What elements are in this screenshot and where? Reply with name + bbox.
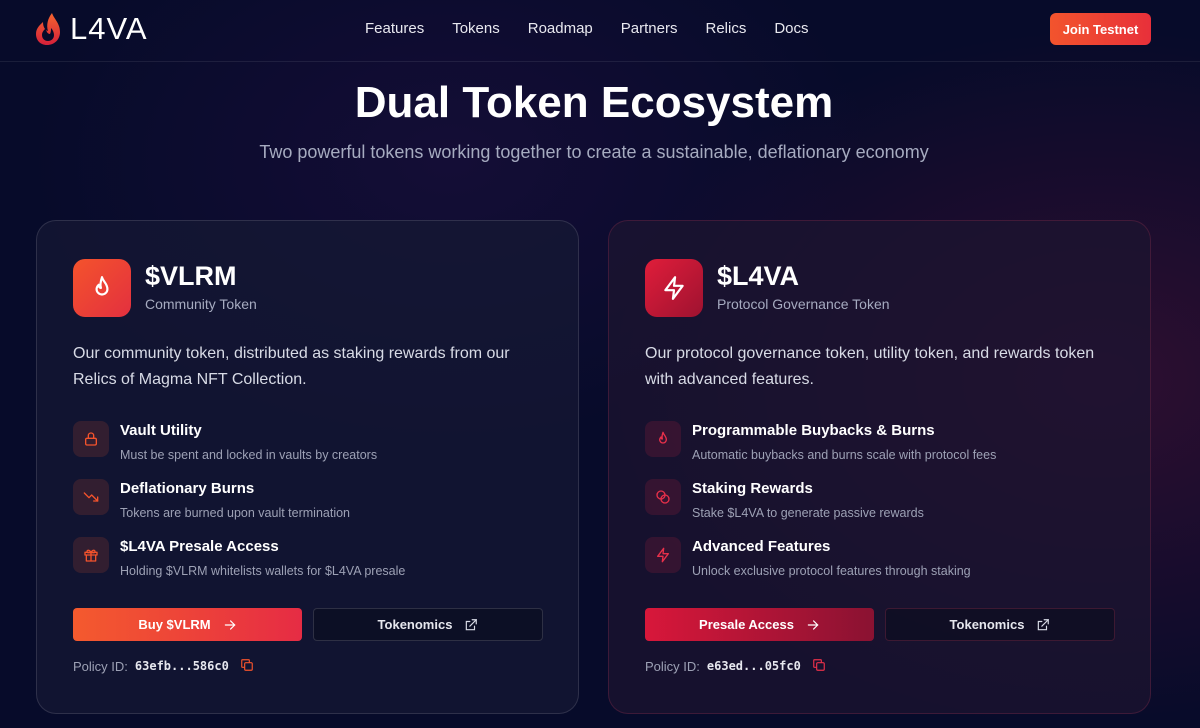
feature-item: Staking Rewards Stake $L4VA to generate … (645, 479, 1115, 520)
token-name: $L4VA (717, 261, 800, 291)
logo-text: L4VA (70, 11, 148, 46)
flame-icon (73, 259, 131, 317)
buy-vlrm-button[interactable]: Buy $VLRM (73, 608, 302, 641)
copy-icon[interactable] (240, 658, 256, 674)
feature-title: $L4VA Presale Access (120, 538, 279, 555)
coins-icon (645, 479, 681, 515)
token-description: Our community token, distributed as stak… (73, 345, 510, 388)
token-subtitle: Protocol Governance Token (717, 296, 890, 312)
logo[interactable]: L4VA (34, 11, 148, 47)
feature-item: Programmable Buybacks & Burns Automatic … (645, 421, 1115, 462)
feature-item: Deflationary Burns Tokens are burned upo… (73, 479, 543, 520)
feature-title: Vault Utility (120, 422, 202, 439)
trending-down-icon (73, 479, 109, 515)
lightning-icon (645, 259, 703, 317)
page-title: Dual Token Ecosystem (354, 78, 834, 127)
flame-icon (645, 421, 681, 457)
nav-tokens[interactable]: Tokens (452, 20, 500, 37)
join-testnet-button[interactable]: Join Testnet (1050, 13, 1151, 45)
nav-roadmap[interactable]: Roadmap (528, 20, 593, 37)
policy-label: Policy ID: (645, 658, 700, 674)
button-label: Presale Access (699, 617, 794, 632)
token-description: Our protocol governance token, utility t… (645, 345, 1095, 388)
copy-icon[interactable] (812, 658, 828, 674)
feature-description: Must be spent and locked in vaults by cr… (120, 448, 378, 462)
feature-item: Vault Utility Must be spent and locked i… (73, 421, 543, 462)
feature-item: $L4VA Presale Access Holding $VLRM white… (73, 537, 543, 578)
token-card-vlrm: $VLRM Community Token Our community toke… (36, 220, 579, 714)
logo-flame-icon (36, 13, 60, 45)
lock-icon (73, 421, 109, 457)
site-header: L4VA Features Tokens Roadmap Partners Re… (0, 0, 1200, 62)
external-link-icon (466, 618, 478, 630)
lightning-icon (645, 537, 681, 573)
feature-title: Advanced Features (692, 538, 831, 555)
feature-title: Staking Rewards (692, 480, 813, 497)
nav-partners[interactable]: Partners (621, 20, 678, 37)
policy-id: e63ed...05fc0 (706, 659, 801, 673)
nav-features[interactable]: Features (365, 20, 424, 37)
feature-description: Tokens are burned upon vault termination (120, 506, 351, 520)
gift-icon (73, 537, 109, 573)
button-label: Tokenomics (377, 617, 453, 632)
page-subtitle: Two powerful tokens working together to … (259, 142, 929, 162)
arrow-right-icon (807, 619, 819, 630)
tokenomics-button[interactable]: Tokenomics (885, 608, 1115, 641)
button-label: Buy $VLRM (138, 617, 211, 632)
button-label: Tokenomics (949, 617, 1025, 632)
feature-title: Programmable Buybacks & Burns (692, 422, 935, 439)
feature-description: Stake $L4VA to generate passive rewards (692, 506, 924, 520)
arrow-right-icon (224, 619, 236, 630)
policy-label: Policy ID: (73, 658, 128, 674)
feature-title: Deflationary Burns (120, 480, 255, 497)
main-nav: Features Tokens Roadmap Partners Relics … (365, 20, 837, 37)
feature-description: Automatic buybacks and burns scale with … (692, 448, 997, 462)
policy-id: 63efb...586c0 (134, 659, 229, 673)
token-subtitle: Community Token (145, 296, 257, 312)
token-name: $VLRM (145, 261, 237, 291)
policy-id-row: Policy ID: e63ed...05fc0 (645, 658, 828, 674)
feature-item: Advanced Features Unlock exclusive proto… (645, 537, 1115, 578)
feature-description: Unlock exclusive protocol features throu… (692, 564, 971, 578)
tokenomics-button[interactable]: Tokenomics (313, 608, 543, 641)
feature-description: Holding $VLRM whitelists wallets for $L4… (120, 564, 406, 578)
external-link-icon (1038, 618, 1050, 630)
token-card-l4va: $L4VA Protocol Governance Token Our prot… (608, 220, 1151, 714)
nav-relics[interactable]: Relics (705, 20, 746, 37)
presale-access-button[interactable]: Presale Access (645, 608, 874, 641)
policy-id-row: Policy ID: 63efb...586c0 (73, 658, 256, 674)
nav-docs[interactable]: Docs (774, 20, 808, 37)
